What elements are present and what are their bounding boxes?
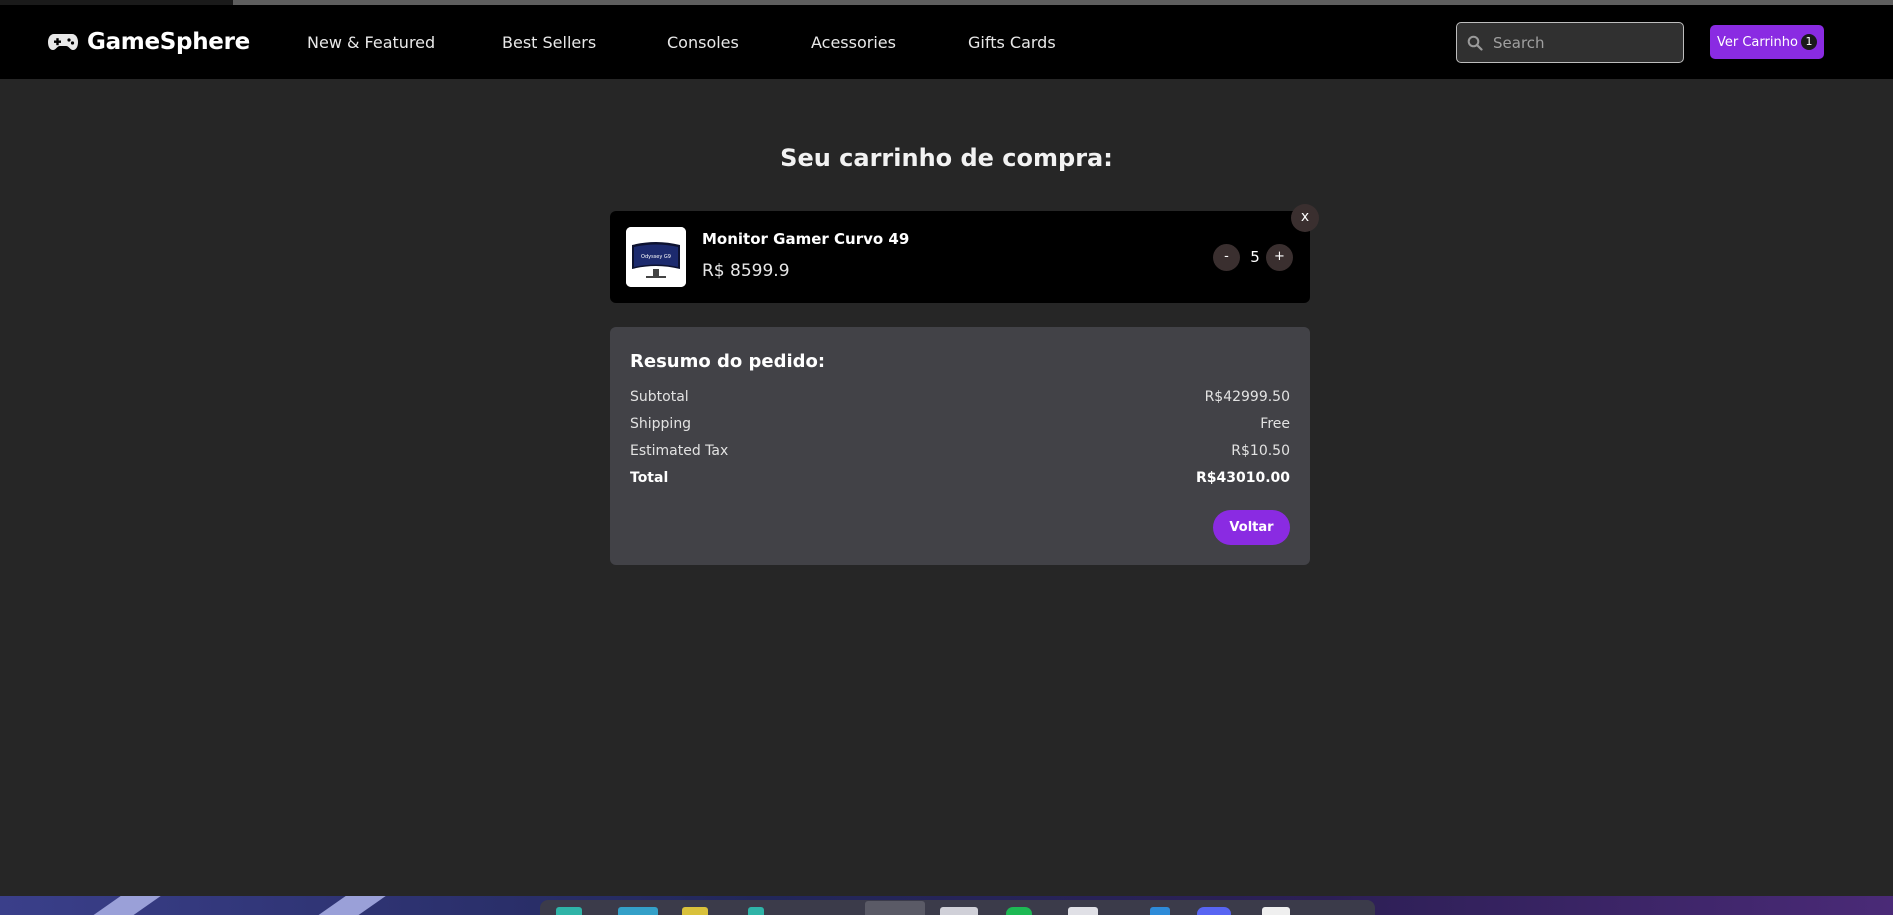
cart-item: Odyssey G9 Monitor Gamer Curvo 49 R$ 859… bbox=[610, 211, 1310, 303]
app-icon[interactable] bbox=[618, 907, 658, 915]
app-icon[interactable] bbox=[1262, 907, 1290, 915]
summary-label: Shipping bbox=[630, 416, 692, 432]
cart-count-badge: 1 bbox=[1801, 34, 1817, 50]
app-icon[interactable] bbox=[1150, 907, 1170, 915]
brand-logo[interactable]: GameSphere bbox=[48, 27, 250, 57]
app-icon[interactable] bbox=[865, 901, 925, 915]
decrease-quantity-button[interactable]: - bbox=[1213, 244, 1240, 271]
nav-link-consoles[interactable]: Consoles bbox=[667, 33, 739, 52]
search-icon bbox=[1467, 35, 1483, 51]
summary-value: Free bbox=[1260, 416, 1290, 432]
increase-quantity-button[interactable]: + bbox=[1266, 244, 1293, 271]
summary-value: R$10.50 bbox=[1231, 443, 1290, 459]
page-title: Seu carrinho de compra: bbox=[780, 144, 1113, 172]
summary-label: Total bbox=[630, 470, 669, 486]
product-price: R$ 8599.9 bbox=[702, 261, 790, 281]
brand-name: GameSphere bbox=[87, 29, 250, 55]
quantity-value: 5 bbox=[1250, 248, 1260, 266]
nav-link-acessories[interactable]: Acessories bbox=[811, 33, 896, 52]
app-icon[interactable] bbox=[682, 907, 708, 915]
navbar: GameSphere New & Featured Best Sellers C… bbox=[0, 5, 1893, 79]
order-summary-title: Resumo do pedido: bbox=[630, 351, 826, 372]
product-thumbnail[interactable]: Odyssey G9 bbox=[626, 227, 686, 287]
order-summary: Resumo do pedido: Subtotal R$42999.50 Sh… bbox=[610, 327, 1310, 565]
dock bbox=[540, 900, 1375, 915]
nav-link-new-featured[interactable]: New & Featured bbox=[307, 33, 435, 52]
search-input[interactable] bbox=[1493, 33, 1673, 52]
app-icon[interactable] bbox=[748, 907, 764, 915]
gamepad-icon bbox=[48, 34, 78, 50]
summary-row-total: Total R$43010.00 bbox=[630, 470, 1290, 486]
summary-row-shipping: Shipping Free bbox=[630, 416, 1290, 432]
app-icon[interactable] bbox=[940, 907, 978, 915]
nav-link-gift-cards[interactable]: Gifts Cards bbox=[968, 33, 1056, 52]
summary-value: R$43010.00 bbox=[1195, 470, 1290, 486]
app-icon[interactable] bbox=[1068, 907, 1098, 915]
summary-label: Estimated Tax bbox=[630, 443, 729, 459]
remove-item-button[interactable]: x bbox=[1291, 204, 1319, 232]
summary-row-subtotal: Subtotal R$42999.50 bbox=[630, 389, 1290, 405]
back-button[interactable]: Voltar bbox=[1213, 510, 1290, 545]
desktop-taskbar bbox=[0, 896, 1893, 915]
app-icon[interactable] bbox=[556, 907, 582, 915]
app-icon[interactable] bbox=[1006, 907, 1032, 915]
product-name: Monitor Gamer Curvo 49 bbox=[702, 230, 910, 248]
summary-label: Subtotal bbox=[630, 389, 689, 405]
summary-row-tax: Estimated Tax R$10.50 bbox=[630, 443, 1290, 459]
view-cart-button[interactable]: Ver Carrinho 1 bbox=[1710, 25, 1824, 59]
summary-value: R$42999.50 bbox=[1204, 389, 1290, 405]
app-icon[interactable] bbox=[1197, 907, 1231, 915]
monitor-image: Odyssey G9 bbox=[626, 227, 686, 287]
nav-link-best-sellers[interactable]: Best Sellers bbox=[502, 33, 596, 52]
view-cart-label: Ver Carrinho bbox=[1717, 34, 1798, 50]
product-thumb-text: Odyssey G9 bbox=[641, 254, 671, 260]
search-box[interactable] bbox=[1456, 22, 1684, 63]
